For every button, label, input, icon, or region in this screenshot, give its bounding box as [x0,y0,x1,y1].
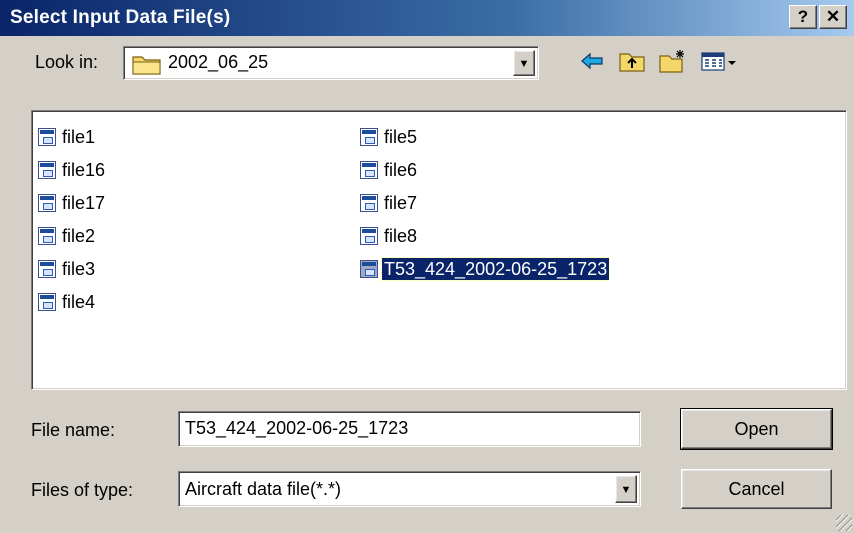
look-in-dropdown-button[interactable]: ▼ [513,50,535,76]
cancel-button-label: Cancel [728,479,785,499]
list-item[interactable]: file2 [38,224,97,248]
data-file-icon [360,260,378,278]
look-in-value: 2002_06_25 [168,52,269,72]
close-button[interactable]: ✕ [819,5,847,29]
file-list[interactable]: file1 file16 file17 file2 file3 file4 fi… [31,110,847,390]
data-file-icon [38,260,56,278]
list-item[interactable]: file1 [38,125,97,149]
up-one-level-icon[interactable] [618,48,646,76]
file-type-label: Files of type: [31,480,134,500]
data-file-icon [38,293,56,311]
list-item[interactable]: file16 [38,158,107,182]
folder-icon [132,53,162,80]
data-file-icon [38,161,56,179]
file-name-value: T53_424_2002-06-25_1723 [185,418,409,438]
resize-grip[interactable] [836,515,852,531]
data-file-icon [38,128,56,146]
data-file-icon [360,161,378,179]
list-item[interactable]: file6 [360,158,419,182]
list-item[interactable]: file3 [38,257,97,281]
file-name-field[interactable]: T53_424_2002-06-25_1723 [178,411,641,447]
file-type-value: Aircraft data file(*.*) [185,479,342,499]
back-arrow-icon[interactable] [578,48,606,76]
look-in-label: Look in: [35,52,99,72]
file-type-dropdown-button[interactable]: ▼ [615,475,637,503]
file-type-combo[interactable]: Aircraft data file(*.*) ▼ [178,471,641,507]
data-file-icon [38,194,56,212]
list-item[interactable]: file17 [38,191,107,215]
data-file-icon [360,194,378,212]
view-menu-icon[interactable] [700,48,740,76]
data-file-icon [360,128,378,146]
cancel-button[interactable]: Cancel [681,469,832,509]
list-item-selected[interactable]: T53_424_2002-06-25_1723 [360,257,611,281]
window-title: Select Input Data File(s) [10,7,231,28]
list-item[interactable]: file5 [360,125,419,149]
list-item[interactable]: file4 [38,290,97,314]
open-button[interactable]: Open [680,408,833,450]
look-in-combo[interactable]: 2002_06_25 ▼ [123,46,539,80]
title-bar: Select Input Data File(s) ? ✕ [0,0,854,36]
new-folder-icon[interactable] [658,48,688,76]
list-item[interactable]: file8 [360,224,419,248]
help-button[interactable]: ? [789,5,817,29]
open-button-label: Open [734,419,779,439]
list-item[interactable]: file7 [360,191,419,215]
data-file-icon [360,227,378,245]
file-name-label: File name: [31,420,116,440]
data-file-icon [38,227,56,245]
